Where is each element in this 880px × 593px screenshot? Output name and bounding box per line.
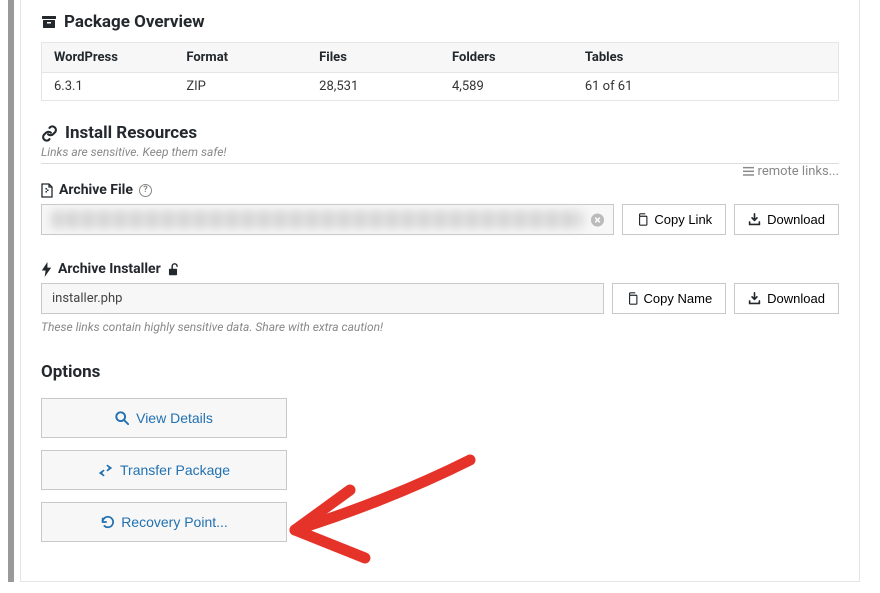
download-archive-label: Download bbox=[767, 212, 825, 227]
col-format: Format bbox=[174, 43, 307, 73]
copy-link-button[interactable]: Copy Link bbox=[622, 204, 726, 235]
package-overview-title: Package Overview bbox=[64, 12, 205, 32]
help-icon[interactable]: ? bbox=[139, 184, 152, 197]
copy-name-label: Copy Name bbox=[644, 291, 713, 306]
bars-icon bbox=[743, 166, 754, 177]
download-installer-label: Download bbox=[767, 291, 825, 306]
package-panel: Package Overview WordPress Format Files … bbox=[20, 0, 860, 582]
overview-table: WordPress Format Files Folders Tables 6.… bbox=[41, 42, 839, 101]
options-title: Options bbox=[41, 362, 839, 382]
col-folders: Folders bbox=[440, 43, 573, 73]
download-icon bbox=[748, 213, 761, 226]
installer-file-input[interactable]: installer.php bbox=[41, 283, 604, 314]
copy-name-button[interactable]: Copy Name bbox=[612, 283, 727, 314]
archive-installer-label-row: Archive Installer bbox=[41, 261, 839, 277]
bolt-icon bbox=[41, 262, 52, 277]
download-archive-button[interactable]: Download bbox=[734, 204, 839, 235]
clear-icon[interactable] bbox=[590, 212, 605, 227]
left-scrollbar-stripe bbox=[8, 0, 14, 582]
col-empty bbox=[706, 43, 839, 73]
val-wordpress: 6.3.1 bbox=[42, 73, 175, 101]
view-details-button[interactable]: View Details bbox=[41, 398, 287, 438]
recovery-point-label: Recovery Point... bbox=[121, 514, 228, 530]
archive-icon bbox=[41, 14, 57, 30]
installer-file-value: installer.php bbox=[52, 291, 122, 306]
exchange-icon bbox=[98, 464, 113, 477]
file-archive-icon bbox=[41, 183, 53, 198]
val-files: 28,531 bbox=[307, 73, 440, 101]
val-folders: 4,589 bbox=[440, 73, 573, 101]
caution-note: These links contain highly sensitive dat… bbox=[41, 320, 839, 334]
unlock-icon bbox=[167, 263, 179, 276]
download-icon bbox=[748, 292, 761, 305]
val-tables: 61 of 61 bbox=[573, 73, 706, 101]
col-wordpress: WordPress bbox=[42, 43, 175, 73]
archive-file-label-row: Archive File ? bbox=[41, 182, 839, 198]
recovery-point-button[interactable]: Recovery Point... bbox=[41, 502, 287, 542]
transfer-package-label: Transfer Package bbox=[120, 462, 230, 478]
transfer-package-button[interactable]: Transfer Package bbox=[41, 450, 287, 490]
remote-links-toggle[interactable]: remote links... bbox=[743, 164, 839, 179]
col-tables: Tables bbox=[573, 43, 706, 73]
redacted-url bbox=[52, 211, 583, 228]
sensitive-note: Links are sensitive. Keep them safe! bbox=[41, 145, 839, 159]
copy-link-label: Copy Link bbox=[654, 212, 712, 227]
archive-file-label: Archive File bbox=[59, 182, 133, 198]
archive-file-url-input[interactable] bbox=[41, 204, 614, 235]
col-files: Files bbox=[307, 43, 440, 73]
search-icon bbox=[115, 411, 129, 425]
view-details-label: View Details bbox=[136, 410, 213, 426]
copy-icon bbox=[626, 292, 638, 305]
archive-installer-label: Archive Installer bbox=[58, 261, 161, 277]
val-format: ZIP bbox=[174, 73, 307, 101]
install-resources-heading: Install Resources bbox=[41, 123, 839, 143]
package-overview-heading: Package Overview bbox=[41, 12, 839, 32]
link-icon bbox=[41, 125, 58, 142]
install-resources-title: Install Resources bbox=[65, 123, 197, 143]
download-installer-button[interactable]: Download bbox=[734, 283, 839, 314]
copy-icon bbox=[636, 213, 648, 226]
install-divider bbox=[41, 163, 839, 164]
undo-icon bbox=[100, 515, 114, 529]
remote-links-label: remote links... bbox=[758, 164, 839, 179]
